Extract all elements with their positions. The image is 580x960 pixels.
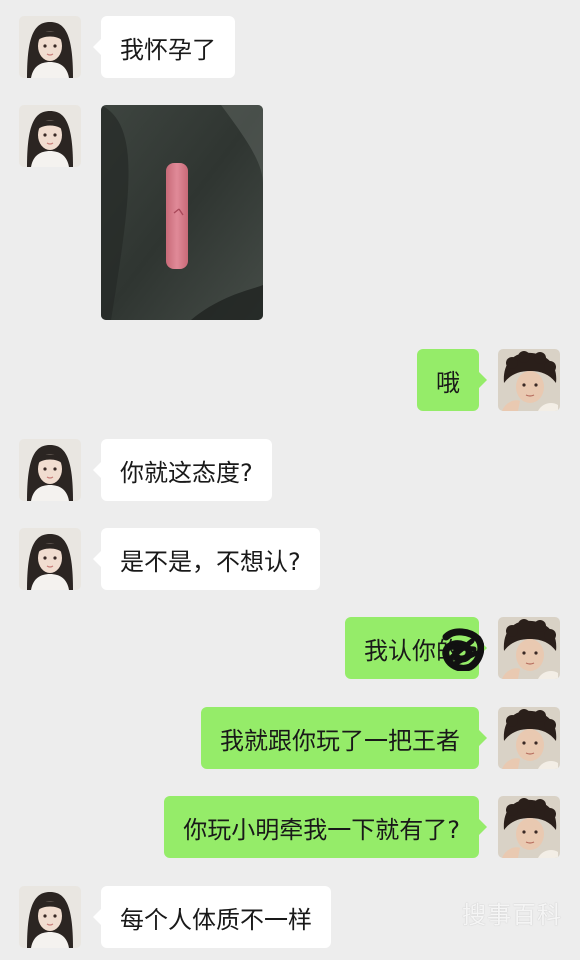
message-bubble[interactable]: 每个人体质不一样 <box>93 886 331 948</box>
message-bubble[interactable]: 是不是，不想认? <box>93 528 320 590</box>
boy-avatar-icon <box>498 707 560 769</box>
avatar[interactable] <box>19 528 81 590</box>
avatar[interactable] <box>19 16 81 78</box>
pregnancy-test-photo <box>101 105 263 320</box>
redaction-scribble-icon <box>442 628 484 671</box>
message-text: 你玩小明牵我一下就有了? <box>183 815 460 844</box>
avatar[interactable] <box>19 439 81 501</box>
message-text: 我就跟你玩了一把王者 <box>220 726 460 755</box>
message-bubble[interactable]: 我就跟你玩了一把王者 <box>201 707 487 769</box>
message-bubble[interactable]: 哦 <box>417 349 487 411</box>
avatar[interactable] <box>498 617 560 679</box>
message-text: 每个人体质不一样 <box>120 905 312 934</box>
image-message[interactable] <box>101 105 263 320</box>
girl-avatar-icon <box>19 16 81 78</box>
girl-avatar-icon <box>19 528 81 590</box>
avatar[interactable] <box>19 105 81 167</box>
avatar[interactable] <box>19 886 81 948</box>
girl-avatar-icon <box>19 439 81 501</box>
message-bubble[interactable]: 你玩小明牵我一下就有了? <box>164 796 487 858</box>
avatar[interactable] <box>498 707 560 769</box>
message-bubble[interactable]: 我怀孕了 <box>93 16 235 78</box>
boy-avatar-icon <box>498 617 560 679</box>
chat-area[interactable]: 我怀孕了 哦 你就这态度? 是不是，不想认? 我认你的 我就跟你玩了一把王者 你… <box>0 0 580 960</box>
girl-avatar-icon <box>19 105 81 167</box>
avatar[interactable] <box>498 796 560 858</box>
boy-avatar-icon <box>498 349 560 411</box>
message-text: 是不是，不想认? <box>120 547 301 576</box>
message-text: 你就这态度? <box>120 458 253 487</box>
avatar[interactable] <box>498 349 560 411</box>
message-text: 我怀孕了 <box>120 35 216 64</box>
boy-avatar-icon <box>498 796 560 858</box>
message-bubble[interactable]: 你就这态度? <box>93 439 272 501</box>
girl-avatar-icon <box>19 886 81 948</box>
message-text: 哦 <box>436 368 460 397</box>
watermark: 搜事百科 <box>462 901 562 929</box>
